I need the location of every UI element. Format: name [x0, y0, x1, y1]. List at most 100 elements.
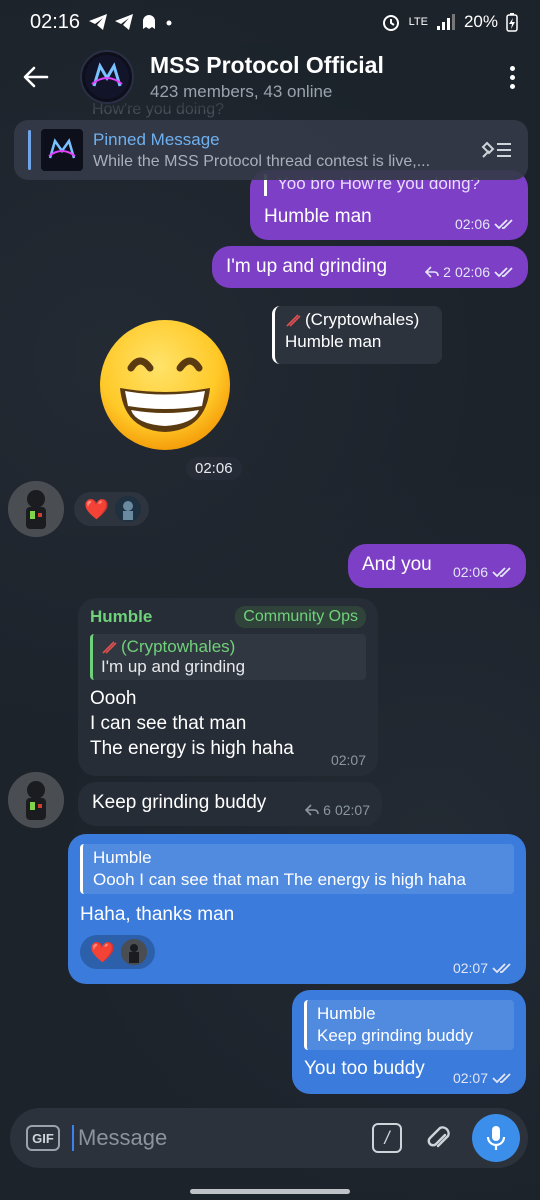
- telegram-icon: [115, 14, 134, 30]
- quoted-reply-text: I'm up and grinding: [101, 657, 246, 676]
- slash-command-icon: /: [384, 1127, 390, 1148]
- telegram-icon: [89, 14, 108, 30]
- message-time: 02:06: [454, 264, 490, 280]
- quoted-reply-text: Oooh I can see that man The energy is hi…: [93, 870, 466, 889]
- more-options-button[interactable]: [500, 65, 524, 89]
- reply-count: 2: [443, 264, 451, 280]
- double-check-icon: [492, 567, 511, 578]
- reply-arrow-icon: [305, 804, 319, 816]
- sender-name[interactable]: Humble: [90, 607, 152, 627]
- quoted-reply-name: (Cryptowhales): [121, 637, 236, 656]
- reply-context-card[interactable]: (Cryptowhales) Humble man: [272, 306, 442, 364]
- pinned-body: While the MSS Protocol thread contest is…: [93, 152, 431, 170]
- reply-context-text: Humble man: [285, 332, 382, 351]
- chat-header: MSS Protocol Official 423 members, 43 on…: [0, 44, 540, 110]
- message-meta: 6 02:07: [305, 802, 370, 818]
- reply-arrow-icon: [425, 266, 439, 278]
- message-time: 02:07: [452, 960, 488, 976]
- message-meta: 02:06: [455, 216, 516, 232]
- message-meta: 02:07: [453, 960, 514, 976]
- message-text-line: Oooh: [90, 688, 137, 709]
- double-check-icon: [494, 267, 513, 278]
- message-meta: 02:06: [453, 564, 514, 580]
- reply-count: 6: [323, 802, 331, 818]
- message-bubble-outgoing[interactable]: Yoo bro How're you doing? Humble man 02:…: [250, 170, 528, 240]
- status-time: 02:16: [30, 10, 81, 33]
- chat-subtitle: 423 members, 43 online: [150, 82, 333, 101]
- message-bubble-incoming[interactable]: Humble Community Ops (Cryptowhales) I'm …: [78, 598, 378, 776]
- reaction-bar[interactable]: ❤️: [74, 492, 149, 526]
- message-bubble-outgoing[interactable]: And you 02:06: [348, 544, 526, 588]
- heart-reaction[interactable]: ❤️: [90, 940, 115, 965]
- status-right: LTE 20%: [381, 12, 518, 32]
- chat-title-block[interactable]: MSS Protocol Official 423 members, 43 on…: [150, 52, 384, 102]
- gif-button[interactable]: GIF: [26, 1125, 60, 1151]
- grinning-emoji[interactable]: [98, 318, 232, 452]
- astronaut-avatar-icon: [120, 939, 147, 965]
- quoted-reply-name: Humble: [93, 848, 152, 867]
- message-text-line: I can see that man: [90, 713, 247, 734]
- message-bubble-outgoing[interactable]: Humble Oooh I can see that man The energ…: [68, 834, 526, 984]
- quoted-reply[interactable]: Humble Oooh I can see that man The energ…: [80, 844, 514, 894]
- voice-record-button[interactable]: [472, 1114, 520, 1162]
- reaction-bar[interactable]: ❤️: [80, 935, 155, 969]
- quoted-reply[interactable]: (Cryptowhales) I'm up and grinding: [90, 634, 366, 680]
- message-time: 02:06: [452, 564, 488, 580]
- pinned-thumbnail: [41, 129, 83, 171]
- message-bubble-incoming[interactable]: Keep grinding buddy 6 02:07: [78, 782, 382, 826]
- message-composer: GIF /: [10, 1108, 528, 1168]
- message-meta: 2 02:06: [425, 264, 516, 280]
- slash-icon: [102, 641, 117, 654]
- chat-title: MSS Protocol Official: [150, 52, 384, 78]
- message-bubble-outgoing[interactable]: I'm up and grinding 2 02:06: [212, 246, 528, 288]
- pinned-message-bar[interactable]: Pinned Message While the MSS Protocol th…: [14, 120, 528, 180]
- menu-dot: [509, 83, 515, 89]
- battery-percent: 20%: [463, 12, 498, 31]
- message-sender-row: Humble Community Ops: [90, 606, 366, 628]
- status-bar: 02:16 LTE 20%: [0, 0, 540, 44]
- double-check-icon: [492, 963, 511, 974]
- signal-icon: [436, 14, 455, 30]
- network-type: LTE: [408, 16, 428, 28]
- mss-logo-icon: [48, 138, 76, 159]
- reply-context-name: (Cryptowhales): [305, 310, 420, 329]
- heart-reaction[interactable]: ❤️: [84, 497, 109, 522]
- astronaut-avatar-icon: [8, 772, 64, 828]
- pin-list-icon: [481, 141, 511, 158]
- message-time: 02:07: [330, 752, 366, 768]
- quoted-reply[interactable]: Humble Keep grinding buddy: [304, 1000, 514, 1050]
- slash-icon: [286, 314, 301, 327]
- ghost-icon: [143, 15, 156, 29]
- notification-icons: [88, 13, 174, 31]
- message-input[interactable]: [72, 1125, 372, 1151]
- attach-button[interactable]: [422, 1121, 456, 1155]
- reactor-avatar: [114, 496, 141, 522]
- sender-avatar[interactable]: [8, 772, 64, 828]
- role-badge: Community Ops: [235, 606, 366, 628]
- microphone-icon: [486, 1126, 506, 1150]
- double-check-icon: [492, 1073, 511, 1084]
- alarm-icon: [382, 15, 399, 31]
- arrow-left-icon: [23, 66, 49, 88]
- message-meta: 02:07: [453, 1070, 514, 1086]
- paperclip-icon: [427, 1126, 450, 1148]
- pinned-text: Pinned Message While the MSS Protocol th…: [93, 130, 478, 171]
- back-button[interactable]: [16, 57, 56, 97]
- message-time: 02:07: [334, 802, 370, 818]
- message-meta: 02:07: [331, 752, 366, 768]
- reactor-avatar: [120, 939, 147, 965]
- mss-logo-icon: [85, 55, 129, 99]
- bot-commands-button[interactable]: /: [372, 1123, 402, 1153]
- quoted-reply-text: Keep grinding buddy: [317, 1026, 473, 1045]
- pinned-list-button[interactable]: [478, 135, 514, 165]
- message-time: 02:07: [452, 1070, 488, 1086]
- dot-icon: [166, 20, 172, 26]
- home-indicator[interactable]: [190, 1189, 350, 1194]
- quoted-reply-name: Humble: [317, 1004, 376, 1023]
- pinned-title: Pinned Message: [93, 129, 220, 149]
- quoted-reply-header: (Cryptowhales): [101, 637, 358, 657]
- double-check-icon: [494, 219, 513, 230]
- group-avatar[interactable]: [80, 50, 134, 104]
- message-bubble-outgoing[interactable]: Humble Keep grinding buddy You too buddy…: [292, 990, 526, 1094]
- sender-avatar[interactable]: [8, 481, 64, 537]
